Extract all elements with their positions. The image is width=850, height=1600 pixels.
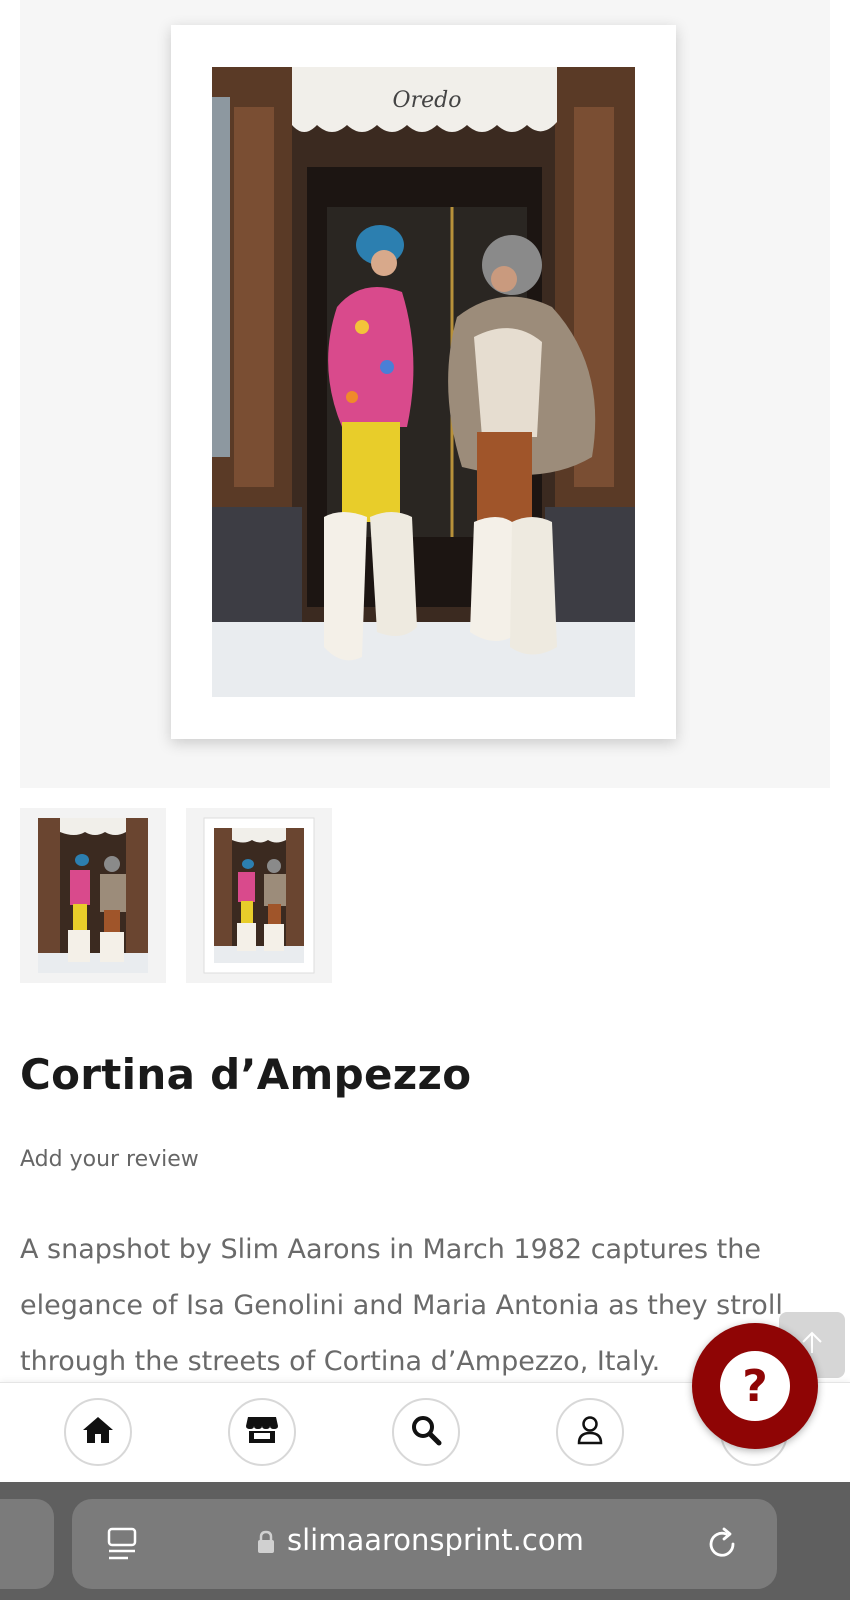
nav-store-button[interactable] — [228, 1398, 296, 1466]
main-product-image[interactable]: Oredo — [20, 0, 830, 788]
nav-search-button[interactable] — [392, 1398, 460, 1466]
reload-icon[interactable] — [704, 1526, 740, 1566]
product-photo: Oredo — [212, 67, 635, 697]
account-icon — [576, 1415, 604, 1449]
search-icon — [410, 1414, 442, 1450]
previous-tab[interactable] — [0, 1499, 54, 1589]
nav-account-button[interactable] — [556, 1398, 624, 1466]
product-title: Cortina d’Ampezzo — [20, 1050, 472, 1099]
tab-overview-icon[interactable] — [106, 1527, 138, 1565]
product-description: A snapshot by Slim Aarons in March 1982 … — [20, 1234, 783, 1377]
add-review-link[interactable]: Add your review — [20, 1147, 199, 1172]
browser-toolbar: slimaaronsprint.com — [0, 1482, 850, 1600]
lock-icon — [257, 1530, 275, 1558]
awning-sign: Oredo — [393, 88, 462, 113]
thumbnail-framed-print[interactable] — [186, 808, 332, 983]
home-icon — [82, 1415, 114, 1449]
print-frame: Oredo — [171, 25, 676, 739]
question-icon: ? — [720, 1351, 790, 1421]
thumbnail-photo[interactable] — [20, 808, 166, 983]
store-icon — [245, 1415, 279, 1449]
url-text: slimaaronsprint.com — [287, 1523, 584, 1557]
help-button[interactable]: ? — [692, 1323, 818, 1449]
nav-home-button[interactable] — [64, 1398, 132, 1466]
address-bar[interactable]: slimaaronsprint.com — [72, 1499, 777, 1589]
